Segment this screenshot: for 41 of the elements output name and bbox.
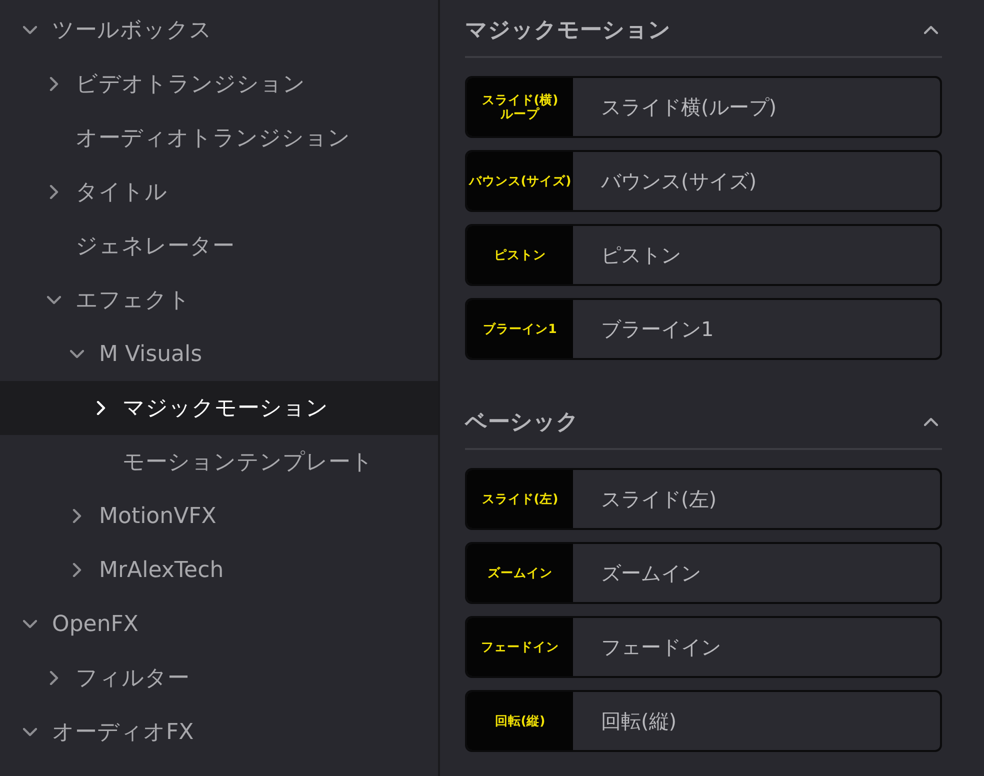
effect-name: ブラーイン1 <box>600 316 714 342</box>
effect-card[interactable]: ブラーイン1 ブラーイン1 <box>465 298 942 360</box>
tree-item-label[interactable]: M Visuals <box>99 342 202 366</box>
section-title: マジックモーション <box>465 17 671 45</box>
tree-item-label[interactable]: タイトル <box>76 177 168 207</box>
effect-card[interactable]: フェードイン フェードイン <box>465 616 942 678</box>
thumbnail: ズームイン <box>467 544 573 602</box>
effect-name: バウンス(サイズ) <box>600 168 757 194</box>
effect-name: フェードイン <box>600 634 721 660</box>
effect-card[interactable]: 回転(縦) 回転(縦) <box>465 690 942 752</box>
effect-name: スライド(左) <box>600 486 717 512</box>
thumbnail: バウンス(サイズ) <box>467 152 573 210</box>
effect-name: 回転(縦) <box>600 708 677 734</box>
tree-item-label[interactable]: ジェネレーター <box>76 231 234 261</box>
effect-card[interactable]: バウンス(サイズ) バウンス(サイズ) <box>465 150 942 212</box>
effect-card[interactable]: スライド(左) スライド(左) <box>465 468 942 530</box>
tree-item-label[interactable]: OpenFX <box>52 612 138 636</box>
thumbnail: 回転(縦) <box>467 692 573 750</box>
chevron-icon[interactable] <box>924 415 938 429</box>
chevron-icon[interactable] <box>924 23 938 37</box>
tree-item-label[interactable]: ツールボックス <box>52 15 212 45</box>
tree-item-label[interactable]: MrAlexTech <box>99 558 224 582</box>
effect-name: ピストン <box>600 242 681 268</box>
thumbnail: スライド(横) ループ <box>467 78 573 136</box>
thumbnail: スライド(左) <box>467 470 573 528</box>
tree-item-label[interactable]: オーディオトランジション <box>76 123 350 153</box>
tree-item-label[interactable]: ビデオトランジション <box>76 69 306 99</box>
tree-item-label[interactable]: MotionVFX <box>99 504 216 528</box>
tree-item-label[interactable]: エフェクト <box>76 285 190 315</box>
effect-name: ズームイン <box>600 560 701 586</box>
thumbnail: ピストン <box>467 226 573 284</box>
tree-item-label[interactable]: フィルター <box>76 663 190 693</box>
effect-name: スライド横(ループ) <box>600 94 777 120</box>
tree-item-label[interactable]: モーションテンプレート <box>122 447 374 477</box>
effect-card[interactable]: ピストン ピストン <box>465 224 942 286</box>
thumbnail: フェードイン <box>467 618 573 676</box>
effect-card[interactable]: スライド(横) ループ スライド横(ループ) <box>465 76 942 138</box>
section-title: ベーシック <box>465 409 579 437</box>
tree-item-label[interactable]: オーディオFX <box>52 717 194 747</box>
thumbnail: ブラーイン1 <box>467 300 573 358</box>
effect-card[interactable]: ズームイン ズームイン <box>465 542 942 604</box>
